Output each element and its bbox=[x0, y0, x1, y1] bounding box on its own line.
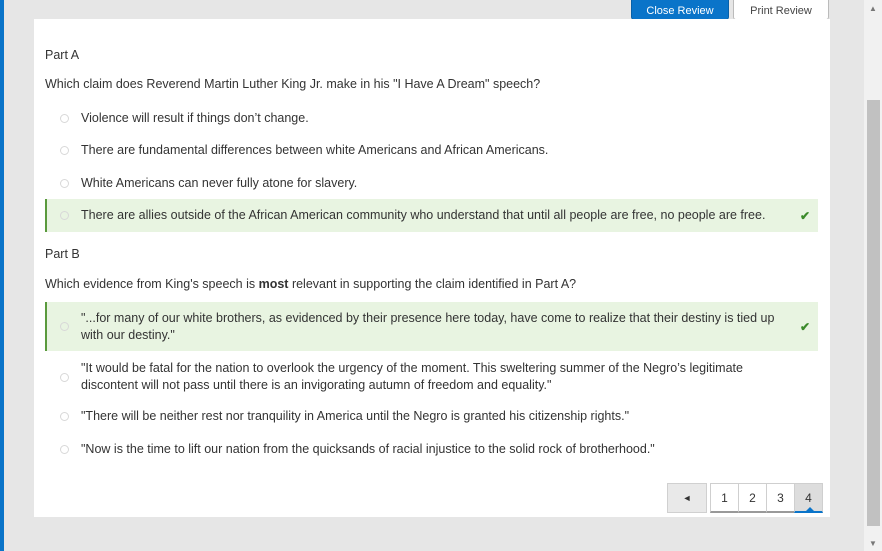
part-b-question-emphasis: most bbox=[258, 277, 289, 291]
part-a-option[interactable]: Violence will result if things don’t cha… bbox=[45, 109, 818, 127]
close-review-button[interactable]: Close Review bbox=[631, 0, 729, 20]
radio-button[interactable] bbox=[60, 372, 69, 382]
page-3-button[interactable]: 3 bbox=[766, 483, 795, 513]
part-a-option[interactable]: There are fundamental differences betwee… bbox=[45, 141, 818, 159]
part-b-question-start: Which evidence from King's speech is bbox=[45, 277, 259, 291]
left-accent-bar bbox=[0, 0, 4, 551]
scroll-down-arrow-icon[interactable]: ▼ bbox=[864, 535, 882, 551]
review-panel: Part A Which claim does Reverend Martin … bbox=[34, 19, 830, 517]
pagination: ◄ 1 2 3 4 bbox=[667, 483, 823, 513]
part-a-option[interactable]: White Americans can never fully atone fo… bbox=[45, 174, 818, 192]
part-b-option[interactable]: "There will be neither rest nor tranquil… bbox=[45, 407, 818, 425]
option-text: "Now is the time to lift our nation from… bbox=[81, 441, 655, 456]
radio-button[interactable] bbox=[60, 211, 69, 220]
part-b-option[interactable]: "Now is the time to lift our nation from… bbox=[45, 440, 818, 458]
page-4-button[interactable]: 4 bbox=[794, 483, 823, 513]
check-icon: ✔ bbox=[799, 319, 810, 334]
option-text: Violence will result if things don’t cha… bbox=[81, 110, 309, 125]
part-b-option[interactable]: "It would be fatal for the nation to ove… bbox=[45, 359, 818, 395]
radio-button[interactable] bbox=[60, 444, 69, 454]
option-text: "There will be neither rest nor tranquil… bbox=[81, 408, 630, 423]
page-gutter bbox=[848, 0, 862, 551]
radio-button[interactable] bbox=[60, 322, 69, 331]
page-1-button[interactable]: 1 bbox=[710, 483, 739, 513]
radio-button[interactable] bbox=[60, 178, 69, 188]
option-text: "It would be fatal for the nation to ove… bbox=[81, 361, 743, 392]
radio-button[interactable] bbox=[60, 145, 69, 155]
scroll-thumb[interactable] bbox=[867, 100, 880, 526]
option-text: There are fundamental differences betwee… bbox=[81, 142, 549, 157]
part-a-option-correct[interactable]: There are allies outside of the African … bbox=[45, 199, 818, 232]
part-b-option-correct[interactable]: "...for many of our white brothers, as e… bbox=[45, 302, 818, 351]
part-b-question-end: relevant in supporting the claim identif… bbox=[288, 277, 577, 291]
page-2-button[interactable]: 2 bbox=[738, 483, 767, 513]
part-b-question: Which evidence from King's speech is mos… bbox=[45, 277, 576, 291]
previous-page-button[interactable]: ◄ bbox=[667, 483, 707, 513]
print-review-button[interactable]: Print Review bbox=[733, 0, 829, 20]
radio-button[interactable] bbox=[60, 113, 69, 123]
review-toolbar: Close Review Print Review bbox=[631, 0, 829, 20]
scrollbar[interactable]: ▲ ▼ bbox=[864, 0, 882, 551]
option-text: "...for many of our white brothers, as e… bbox=[81, 310, 775, 342]
radio-button[interactable] bbox=[60, 411, 69, 421]
option-text: White Americans can never fully atone fo… bbox=[81, 175, 358, 190]
check-icon: ✔ bbox=[799, 208, 810, 223]
part-b-label: Part B bbox=[45, 247, 80, 261]
scroll-up-arrow-icon[interactable]: ▲ bbox=[864, 0, 882, 16]
option-text: There are allies outside of the African … bbox=[81, 208, 766, 222]
part-a-question: Which claim does Reverend Martin Luther … bbox=[45, 77, 541, 91]
part-a-label: Part A bbox=[45, 48, 80, 62]
